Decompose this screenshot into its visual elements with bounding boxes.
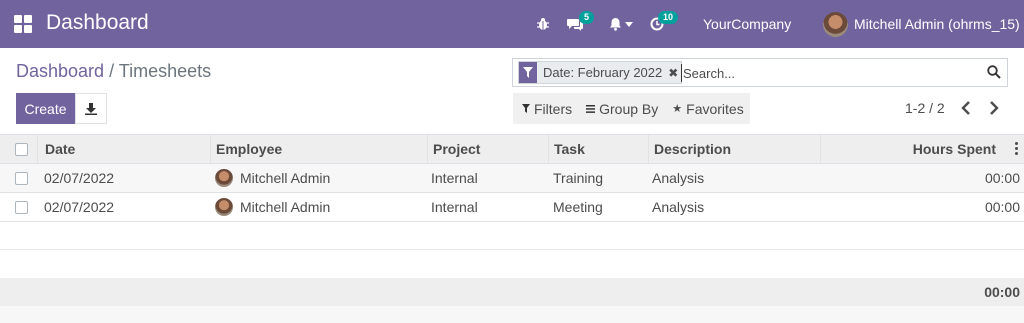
row-select-cell bbox=[0, 193, 37, 221]
app-title[interactable]: Dashboard bbox=[46, 11, 149, 35]
table-row[interactable]: 02/07/2022 Mitchell Admin Internal Meeti… bbox=[0, 193, 1024, 222]
select-all-cell bbox=[0, 135, 37, 163]
empty-row bbox=[0, 250, 1024, 278]
column-hours-spent[interactable]: Hours Spent bbox=[820, 135, 997, 163]
download-icon bbox=[85, 102, 97, 115]
cell-employee: Mitchell Admin bbox=[210, 193, 427, 221]
activities-menu[interactable] bbox=[650, 0, 664, 48]
group-by-icon bbox=[586, 104, 596, 113]
cell-employee: Mitchell Admin bbox=[210, 164, 427, 192]
column-description[interactable]: Description bbox=[648, 135, 820, 163]
column-date[interactable]: Date bbox=[37, 135, 210, 163]
caret-down-icon bbox=[625, 21, 633, 27]
search-bar[interactable]: Date: February 2022 ✖ bbox=[512, 58, 1008, 87]
favorites-label: Favorites bbox=[686, 100, 744, 117]
filters-dropdown[interactable]: Filters bbox=[513, 93, 577, 124]
user-avatar[interactable] bbox=[823, 12, 848, 37]
employee-name: Mitchell Admin bbox=[240, 199, 331, 215]
search-facet-label: Date: February 2022 bbox=[543, 65, 663, 80]
cell-date: 02/07/2022 bbox=[44, 199, 115, 215]
cell-project: Internal bbox=[431, 199, 478, 215]
group-by-dropdown[interactable]: Group By bbox=[577, 93, 663, 124]
breadcrumb-parent[interactable]: Dashboard bbox=[16, 61, 104, 81]
table-footer: 00:00 bbox=[0, 278, 1024, 306]
avatar bbox=[215, 169, 233, 187]
row-checkbox[interactable] bbox=[15, 201, 28, 214]
cell-hours-spent: 00:00 bbox=[984, 199, 1020, 215]
activities-count-badge: 10 bbox=[658, 11, 679, 24]
column-task[interactable]: Task bbox=[548, 135, 648, 163]
table-row[interactable]: 02/07/2022 Mitchell Admin Internal Train… bbox=[0, 164, 1024, 193]
bell-icon bbox=[610, 18, 621, 31]
filters-label: Filters bbox=[534, 100, 573, 117]
avatar bbox=[215, 198, 233, 216]
column-employee[interactable]: Employee bbox=[210, 135, 427, 163]
cell-date: 02/07/2022 bbox=[44, 170, 115, 186]
search-input[interactable] bbox=[681, 64, 981, 82]
filter-icon bbox=[519, 62, 537, 83]
cell-task: Meeting bbox=[553, 199, 603, 215]
kebab-icon[interactable] bbox=[1015, 142, 1019, 156]
list-bottom-spacer bbox=[0, 306, 1024, 323]
star-icon: ★ bbox=[672, 103, 683, 115]
pager-value[interactable]: 1-2 / 2 bbox=[905, 100, 945, 116]
chevron-left-icon[interactable] bbox=[959, 100, 973, 116]
filter-icon bbox=[522, 104, 530, 113]
column-project[interactable]: Project bbox=[427, 135, 548, 163]
group-by-label: Group By bbox=[599, 100, 659, 117]
chevron-right-icon[interactable] bbox=[987, 100, 1001, 116]
download-button[interactable] bbox=[75, 93, 107, 124]
total-hours-spent: 00:00 bbox=[984, 284, 1020, 300]
breadcrumb-separator: / bbox=[109, 61, 115, 81]
cell-hours-spent: 00:00 bbox=[984, 170, 1020, 186]
favorites-dropdown[interactable]: ★ Favorites bbox=[663, 93, 748, 124]
search-facet: Date: February 2022 ✖ bbox=[518, 61, 683, 84]
row-checkbox[interactable] bbox=[15, 172, 28, 185]
messages-count-badge: 5 bbox=[579, 11, 595, 24]
apps-icon[interactable] bbox=[14, 15, 32, 33]
cell-description: Analysis bbox=[652, 199, 705, 215]
search-options: Filters Group By ★ Favorites bbox=[513, 93, 750, 124]
select-all-checkbox[interactable] bbox=[15, 143, 28, 156]
cell-task: Training bbox=[553, 170, 604, 186]
breadcrumb-current: Timesheets bbox=[118, 61, 212, 81]
cell-project: Internal bbox=[431, 170, 478, 186]
cell-description: Analysis bbox=[652, 170, 705, 186]
user-menu[interactable]: Mitchell Admin (ohrms_15) bbox=[854, 16, 1020, 32]
employee-name: Mitchell Admin bbox=[240, 170, 331, 186]
debug-menu[interactable] bbox=[536, 0, 550, 48]
row-select-cell bbox=[0, 164, 37, 192]
messages-menu[interactable] bbox=[567, 0, 584, 48]
notifications-menu[interactable] bbox=[609, 0, 633, 48]
company-switcher[interactable]: YourCompany bbox=[703, 16, 791, 32]
search-icon[interactable] bbox=[987, 65, 1001, 79]
bug-icon bbox=[537, 18, 549, 30]
create-button[interactable]: Create bbox=[16, 93, 75, 124]
top-navbar: Dashboard 5 10 YourCompany Mitchell Admi… bbox=[0, 0, 1024, 48]
breadcrumb: Dashboard / Timesheets bbox=[16, 61, 211, 82]
empty-row bbox=[0, 222, 1024, 250]
timesheet-list: Date Employee Project Task Description H… bbox=[0, 134, 1024, 323]
table-header: Date Employee Project Task Description H… bbox=[0, 134, 1024, 164]
close-icon[interactable]: ✖ bbox=[666, 62, 681, 83]
